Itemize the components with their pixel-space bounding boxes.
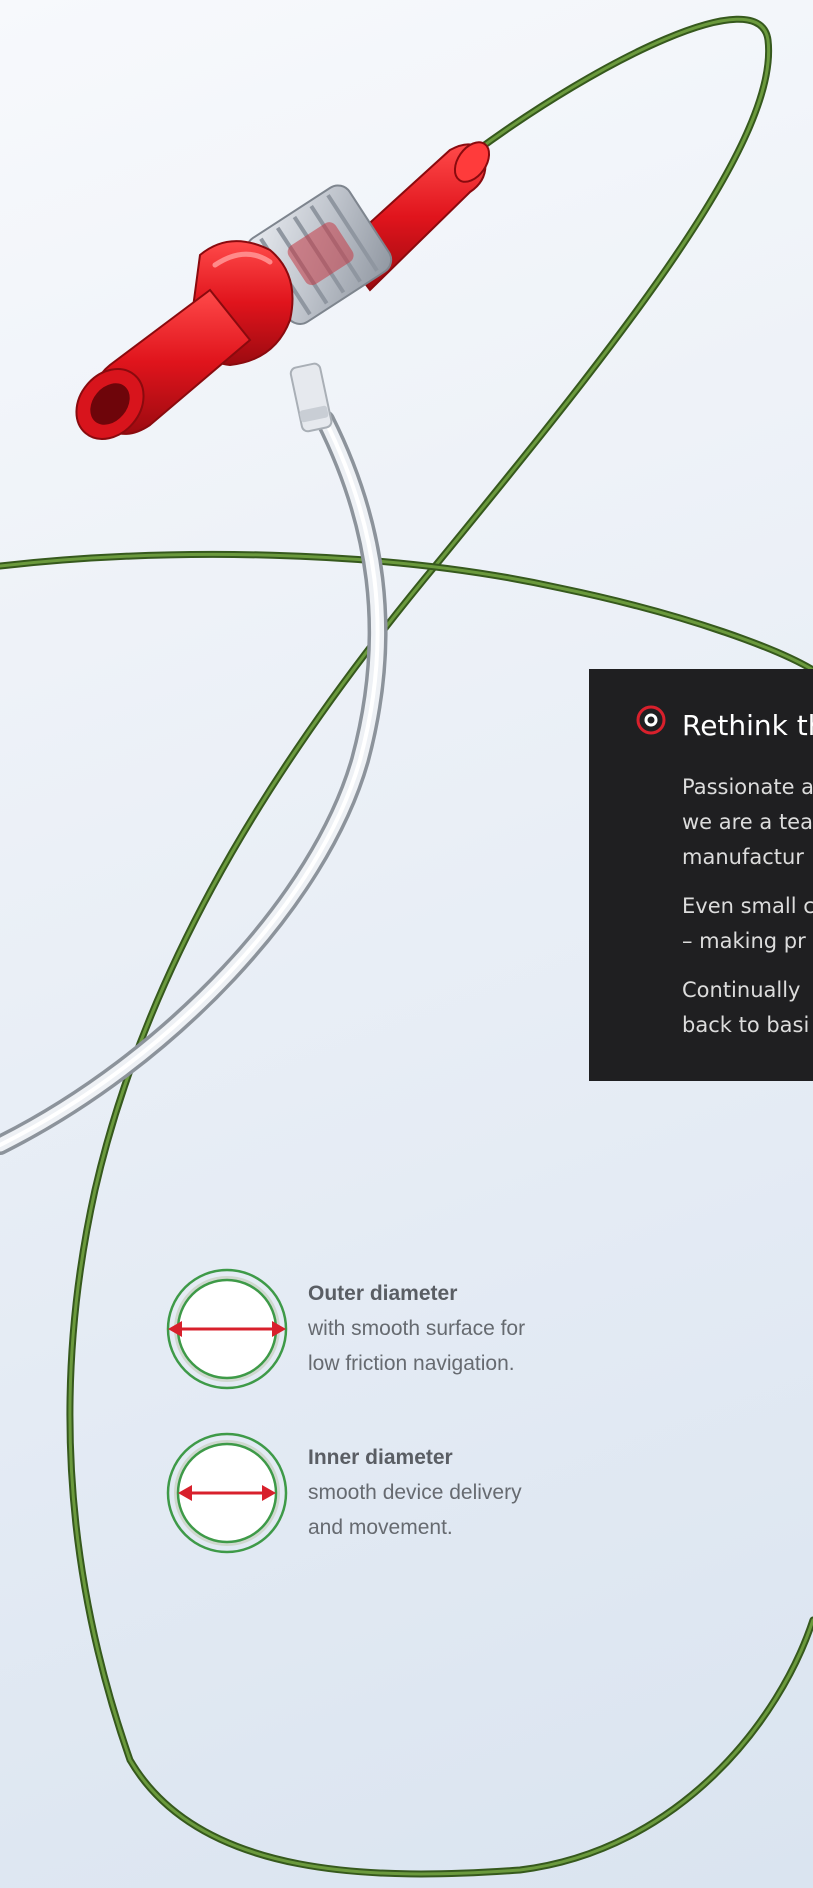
spec-description: low friction navigation. bbox=[308, 1352, 515, 1375]
spec-description: and movement. bbox=[308, 1516, 453, 1539]
info-panel: Rethink th Passionate a we are a tea man… bbox=[589, 669, 813, 1081]
panel-body: Passionate a we are a tea manufactur Eve… bbox=[682, 770, 813, 1057]
panel-title: Rethink th bbox=[682, 709, 813, 742]
connector-neck bbox=[289, 362, 333, 433]
spec-title: Outer diameter bbox=[308, 1282, 458, 1305]
inner-diameter-icon bbox=[166, 1432, 288, 1554]
spec-title: Inner diameter bbox=[308, 1446, 453, 1469]
panel-paragraph: Passionate a we are a tea manufactur bbox=[682, 775, 813, 869]
spec-inner-diameter: Inner diameter smooth device delivery an… bbox=[166, 1432, 586, 1557]
outer-diameter-icon bbox=[166, 1268, 288, 1390]
spec-description: with smooth surface for bbox=[308, 1317, 526, 1340]
spec-description: smooth device delivery bbox=[308, 1481, 522, 1504]
target-circle-icon bbox=[636, 705, 666, 735]
spec-text: Inner diameter smooth device delivery an… bbox=[308, 1440, 522, 1545]
red-hub bbox=[75, 141, 491, 440]
spec-outer-diameter: Outer diameter with smooth surface for l… bbox=[166, 1268, 586, 1393]
clear-tube bbox=[0, 410, 388, 1155]
spec-text: Outer diameter with smooth surface for l… bbox=[308, 1276, 525, 1381]
panel-paragraph: Continually back to basi bbox=[682, 978, 810, 1037]
panel-paragraph: Even small c – making pr bbox=[682, 894, 813, 953]
